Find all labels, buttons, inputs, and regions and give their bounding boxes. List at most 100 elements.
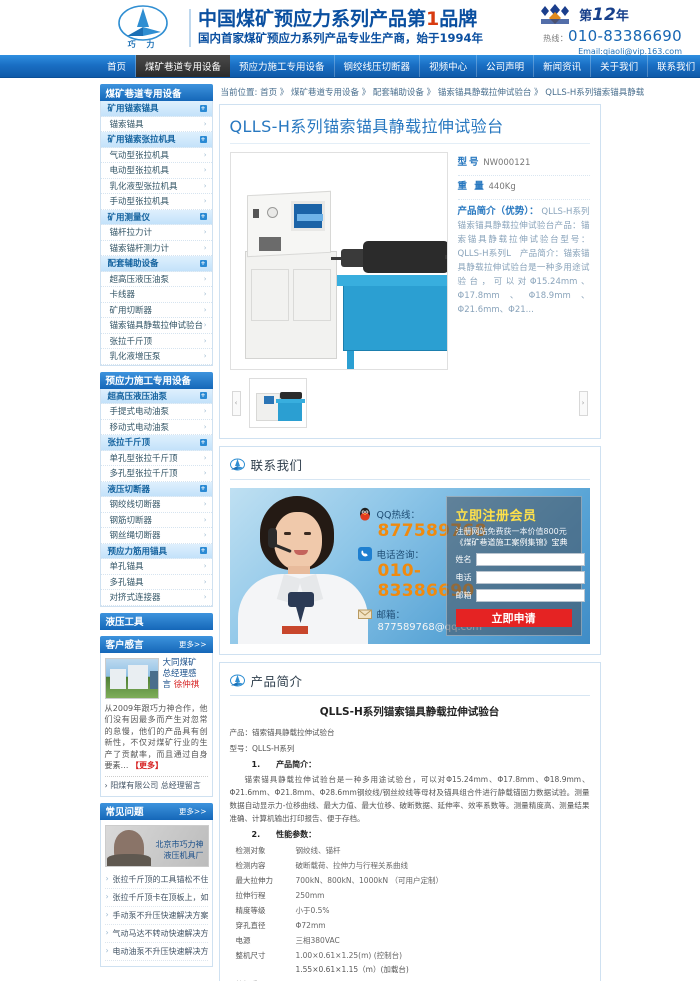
- operator-photo: [230, 488, 378, 644]
- testimonial-header: 客户感言 更多>>: [99, 635, 213, 653]
- sidebar-cat2-item[interactable]: 多孔型张拉千斤顶 ›: [100, 466, 212, 482]
- site-logo[interactable]: 巧 力: [97, 5, 189, 50]
- nav-item-video-center[interactable]: 视频中心: [420, 55, 478, 77]
- chevron-right-icon: ›: [203, 352, 207, 361]
- faq-list-item[interactable]: 张拉千斤顶的工具锚松不住钢…: [104, 871, 208, 889]
- sidebar-cat2-item[interactable]: 张拉千斤顶 +: [100, 435, 212, 451]
- sidebar-cat2-item-label: 手提式电动油泵: [109, 407, 170, 418]
- spec-value: 小于0.5%: [295, 906, 330, 915]
- sidebar-cat2-item[interactable]: 预应力筋用锚具 +: [100, 543, 212, 559]
- nav-item-cutter[interactable]: 钢绞线压切断器: [335, 55, 421, 77]
- submit-application-button[interactable]: 立即申请: [455, 609, 572, 627]
- sidebar-cat1-item[interactable]: 卡线器 ›: [100, 287, 212, 303]
- testimonial-link[interactable]: › 阳煤有限公司 总经理留言: [104, 775, 208, 791]
- nav-item-home[interactable]: 首页: [97, 55, 137, 77]
- testimonial-more-inline[interactable]: 【更多】: [131, 761, 163, 770]
- chevron-right-icon: ›: [203, 243, 207, 252]
- faq-body: 北京市巧力神 液压机具厂 张拉千斤顶的工具锚松不住钢…张拉千斤顶卡在顶板上，如何…: [99, 819, 213, 967]
- sidebar-cat2-item-label: 钢丝绳切断器: [109, 531, 161, 542]
- faq-list-item[interactable]: 气动马达不转动快速解决方案: [104, 925, 208, 943]
- product-main-image[interactable]: [229, 152, 448, 370]
- sidebar-cat1-item[interactable]: 气动型张拉机具 ›: [100, 148, 212, 163]
- sidebar-cat1-item[interactable]: 乳化液增压泵 ›: [100, 349, 212, 365]
- faq-caption-l2: 液压机具厂: [163, 850, 204, 860]
- chevron-right-icon: ›: [203, 407, 207, 416]
- sidebar-cat1-item[interactable]: 锚杆拉力计 ›: [100, 225, 212, 241]
- spec-key: 检测内容: [235, 861, 266, 870]
- sidebar-cat1-item[interactable]: 锚索锚具静载拉伸试验台 ›: [100, 318, 212, 334]
- nav-item-about-us[interactable]: 关于我们: [591, 55, 649, 77]
- sidebar-cat1-item[interactable]: 矿用锚索锚具 +: [100, 101, 212, 117]
- faq-more-link[interactable]: 更多>>: [179, 806, 207, 817]
- sidebar-cat1-item[interactable]: 矿用测量仪 +: [100, 209, 212, 225]
- product-weight-label: 重 量: [457, 181, 486, 192]
- nav-item-company-statement[interactable]: 公司声明: [477, 55, 535, 77]
- faq-title: 常见问题: [105, 807, 144, 818]
- nav-item-news[interactable]: 新闻资讯: [534, 55, 592, 77]
- sidebar-category-1-title: 煤矿巷道专用设备: [105, 88, 182, 100]
- contact-banner: QQ热线： 877589768 电话咨询： 010-83386690 邮箱： 8…: [229, 488, 590, 644]
- sidebar-category-2: 预应力施工专用设备 超高压液压油泵 + 手提式电动油泵 › 移动式电动油泵 › 张拉千斤顶 +…: [99, 371, 213, 607]
- sidebar-cat2-item[interactable]: 对挤式连接器 ›: [100, 590, 212, 606]
- name-input[interactable]: [475, 553, 585, 566]
- sidebar-category-3-header[interactable]: 液压工具: [99, 612, 213, 630]
- faq-list-item[interactable]: 张拉千斤顶卡在顶板上，如何…: [104, 889, 208, 907]
- sidebar-cat2-item-label: 单孔型张拉千斤顶: [109, 453, 178, 464]
- expand-plus-icon: +: [199, 104, 207, 112]
- testimonial-more-link[interactable]: 更多>>: [179, 639, 207, 650]
- breadcrumb-link[interactable]: 煤矿巷道专用设备: [291, 88, 359, 98]
- product-desc-value: QLLS-H系列锚索锚具静载拉伸试验台产品：锚索锚具静载拉伸试验台型号：QLLS…: [457, 207, 590, 315]
- chevron-right-icon: ›: [203, 228, 207, 237]
- email-input[interactable]: [475, 589, 585, 602]
- sidebar-cat2-item[interactable]: 单孔锚具 ›: [100, 559, 212, 575]
- sidebar-cat1-item[interactable]: 手动型张拉机具 ›: [100, 194, 212, 210]
- thumb-prev-button[interactable]: ‹: [231, 390, 241, 416]
- sidebar-category-3[interactable]: 液压工具: [99, 612, 213, 630]
- sidebar-cat1-item[interactable]: 配套辅助设备 +: [100, 256, 212, 272]
- sidebar-cat1-item[interactable]: 电动型张拉机具 ›: [100, 163, 212, 179]
- header-hotline: 热线：010-83386690: [482, 27, 682, 45]
- phone-input[interactable]: [475, 571, 585, 584]
- sidebar-cat2-item[interactable]: 单孔型张拉千斤顶 ›: [100, 451, 212, 466]
- qq-label: QQ热线：: [376, 510, 420, 521]
- intro-heading: QLLS-H系列锚索锚具静载拉伸试验台: [319, 706, 500, 718]
- breadcrumb-link[interactable]: 锚索锚具静载拉伸试验台: [438, 88, 532, 98]
- sidebar-cat1-item[interactable]: 锚索锚具 ›: [100, 117, 212, 132]
- award-label-pre: 第: [579, 9, 593, 24]
- sidebar-cat2-item[interactable]: 多孔锚具 ›: [100, 575, 212, 590]
- register-form-subtitle: 注册网站免费获一本价值800元 《煤矿巷道施工案例集锦》宝典: [456, 526, 572, 548]
- sidebar-cat2-item[interactable]: 钢筋切断器 ›: [100, 513, 212, 528]
- sidebar-cat2-item[interactable]: 超高压液压油泵 +: [100, 388, 212, 404]
- nav-item-prestress-equipment[interactable]: 预应力施工专用设备: [230, 55, 335, 77]
- chevron-right-icon: ›: [203, 453, 207, 462]
- faq-list-item[interactable]: 电动油泵不升压快速解决方案: [104, 943, 208, 961]
- testimonial-title: 客户感言: [105, 640, 144, 651]
- chevron-right-icon: ›: [203, 531, 207, 540]
- breadcrumb-link[interactable]: 配套辅助设备: [373, 88, 424, 98]
- sidebar-cat2-item[interactable]: 钢丝绳切断器 ›: [100, 528, 212, 544]
- nav-item-coal-tunnel-equipment[interactable]: 煤矿巷道专用设备: [136, 55, 231, 77]
- breadcrumb-link[interactable]: QLLS-H系列锚索锚具静载: [545, 88, 644, 98]
- sidebar-cat1-item[interactable]: 锚索锚杆测力计 ›: [100, 241, 212, 256]
- chevron-right-icon: ›: [203, 290, 207, 299]
- breadcrumb-link[interactable]: 首页: [260, 88, 277, 98]
- sidebar-cat2-item[interactable]: 钢绞线切断器 ›: [100, 497, 212, 513]
- sidebar-cat1-item[interactable]: 超高压液压油泵 ›: [100, 272, 212, 287]
- nav-item-contact-us[interactable]: 联系我们: [648, 55, 700, 77]
- sidebar-cat2-item[interactable]: 液压切断器 +: [100, 481, 212, 497]
- thumbnail-item[interactable]: [248, 378, 307, 428]
- spec-key: 整机尺寸: [235, 951, 266, 960]
- sidebar-cat1-item-label: 锚索锚具: [109, 119, 144, 130]
- sidebar-cat1-item[interactable]: 矿用切断器 ›: [100, 303, 212, 318]
- sidebar-cat1-item[interactable]: 矿用锚索张拉机具 +: [100, 132, 212, 148]
- sidebar-cat1-item[interactable]: 乳化液型张拉机具 ›: [100, 179, 212, 194]
- faq-list-item[interactable]: 手动泵不升压快速解决方案: [104, 907, 208, 925]
- sidebar-cat2-item[interactable]: 移动式电动油泵 ›: [100, 420, 212, 435]
- breadcrumb-separator: 》: [423, 88, 438, 98]
- expand-plus-icon: +: [199, 213, 207, 221]
- sidebar-cat1-item[interactable]: 张拉千斤顶 ›: [100, 334, 212, 349]
- slogan-sub: 国内首家煤矿预应力系列产品专业生产商，始于1994年: [198, 31, 484, 45]
- product-info: 型号 NW000121 重 量 440Kg 产品简介（优势）： QLLS-H系列…: [457, 152, 590, 370]
- sidebar-cat2-item[interactable]: 手提式电动油泵 ›: [100, 404, 212, 420]
- thumb-next-button[interactable]: ›: [578, 390, 588, 416]
